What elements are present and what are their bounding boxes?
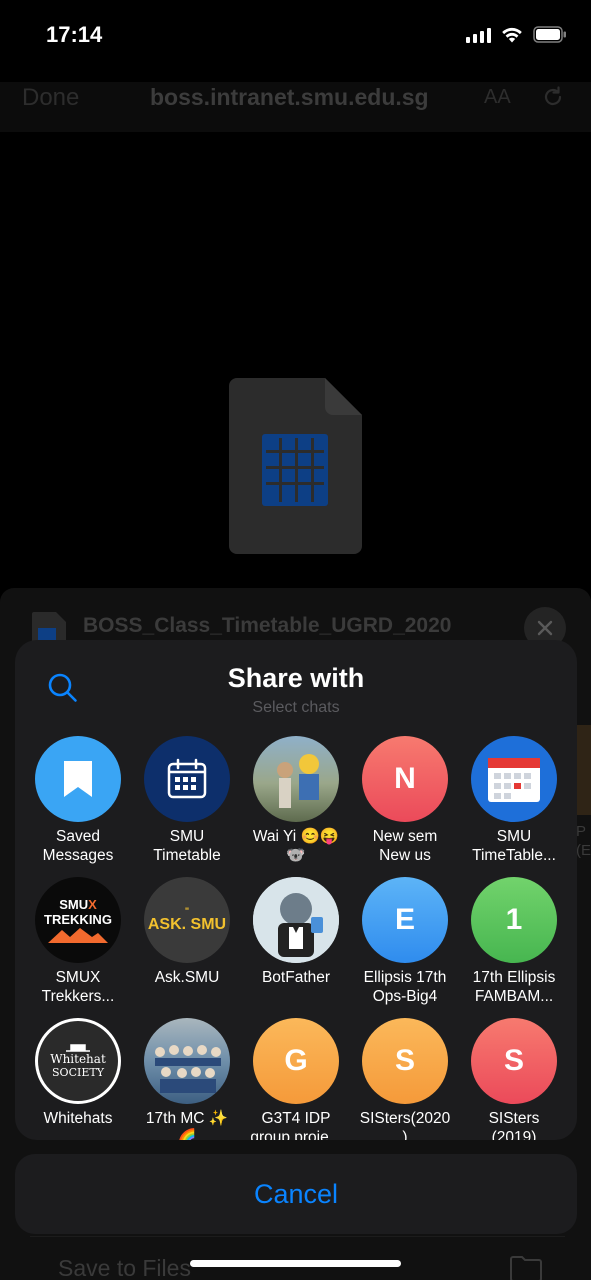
calendar-red-icon <box>471 736 557 822</box>
avatar-logo: " ASK. SMU <box>144 877 230 963</box>
close-icon <box>537 620 553 636</box>
avatar-photo <box>253 736 339 822</box>
avatar-initial: 1 <box>471 877 557 963</box>
folder-icon <box>509 1255 543 1280</box>
chat-smu-timetable[interactable]: SMU Timetable <box>132 736 242 865</box>
status-time: 17:14 <box>46 22 103 47</box>
done-button[interactable]: Done <box>22 84 79 112</box>
spreadsheet-file-icon <box>229 378 362 554</box>
avatar-initial: S <box>471 1018 557 1104</box>
avatar-logo: Whitehat SOCIETY <box>35 1018 121 1104</box>
chat-17th-mc[interactable]: 17th MC ✨ 🌈 <box>132 1018 242 1140</box>
status-bar: 17:14 <box>0 0 591 70</box>
battery-icon <box>533 26 567 43</box>
group-photo <box>144 1018 230 1104</box>
text-size-button[interactable]: AA <box>484 86 511 109</box>
browser-toolbar: Done boss.intranet.smu.edu.sg AA <box>0 82 591 132</box>
chat-new-sem[interactable]: N New sem New us <box>350 736 460 865</box>
bookmark-icon <box>35 736 121 822</box>
avatar-initial: G <box>253 1018 339 1104</box>
chat-ellipsis-fambam[interactable]: 1 17th Ellipsis FAMBAM... <box>459 877 569 1006</box>
share-title: Share with <box>227 663 365 693</box>
cellular-signal-icon <box>466 27 491 43</box>
chat-sisters-2019[interactable]: S SISters (2019) <box>459 1018 569 1140</box>
chat-botfather[interactable]: BotFather <box>241 877 351 987</box>
cancel-label: Cancel <box>253 1178 339 1209</box>
save-to-files-row[interactable]: Save to Files <box>30 1236 565 1280</box>
chat-wai-yi[interactable]: Wai Yi 😊😝 🐨 <box>241 736 351 865</box>
chat-ask-smu[interactable]: " ASK. SMU Ask.SMU <box>132 877 242 987</box>
cancel-button[interactable]: Cancel <box>15 1154 577 1234</box>
share-with-panel: Share with Select chats Saved Messages S… <box>15 640 577 1140</box>
file-name: BOSS_Class_Timetable_UGRD_2020 <box>83 614 452 637</box>
side-peek-text: P (E <box>576 823 591 859</box>
share-subtitle: Select chats <box>252 699 340 716</box>
chat-smu-timetable-2[interactable]: SMU TimeTable... <box>459 736 569 865</box>
avatar-initial: N <box>362 736 448 822</box>
avatar-initial: E <box>362 877 448 963</box>
chat-sisters-2020[interactable]: S SISters(2020 ) <box>350 1018 460 1140</box>
status-icons <box>466 26 567 43</box>
url-label: boss.intranet.smu.edu.sg <box>150 84 429 110</box>
avatar-initial: S <box>362 1018 448 1104</box>
avatar-logo: SMUX TREKKING <box>35 877 121 963</box>
save-to-files-label: Save to Files <box>58 1255 191 1280</box>
botfather-avatar <box>253 877 339 963</box>
chat-saved-messages[interactable]: Saved Messages <box>23 736 133 865</box>
wifi-icon <box>501 27 523 43</box>
chat-g3t4-idp[interactable]: G G3T4 IDP group proje... <box>241 1018 351 1140</box>
side-peek-image <box>576 725 591 815</box>
chat-smux-trekkers[interactable]: SMUX TREKKING SMUX Trekkers... <box>23 877 133 1006</box>
chat-ellipsis-ops[interactable]: E Ellipsis 17th Ops-Big4 <box>350 877 460 1006</box>
reload-icon[interactable] <box>540 84 566 115</box>
calendar-icon <box>144 736 230 822</box>
chat-whitehats[interactable]: Whitehat SOCIETY Whitehats <box>23 1018 133 1128</box>
home-indicator <box>190 1260 401 1267</box>
